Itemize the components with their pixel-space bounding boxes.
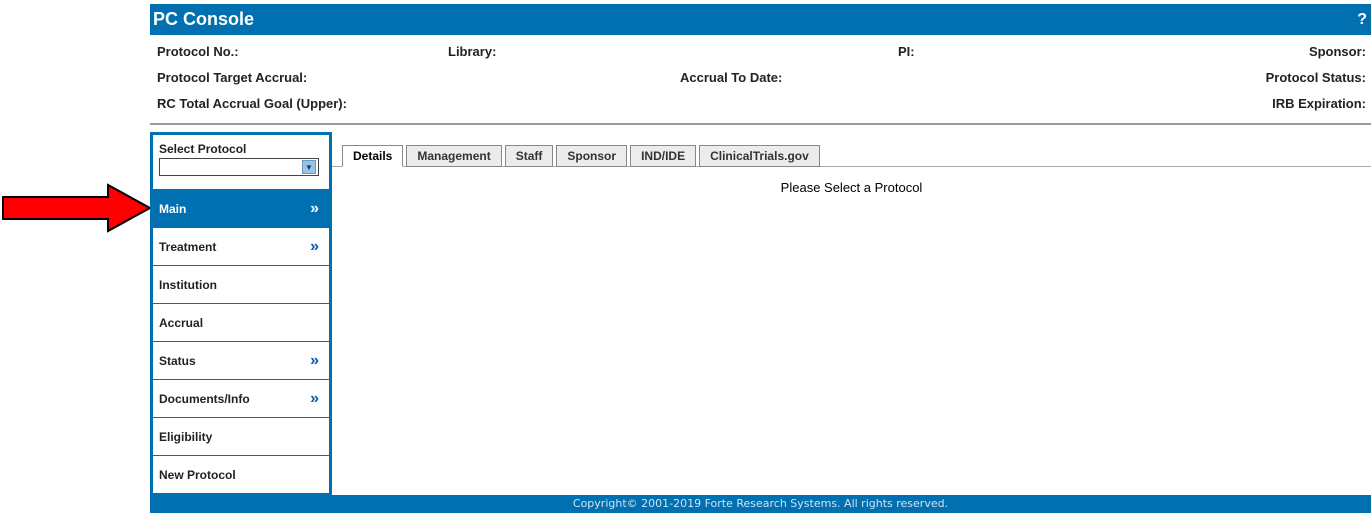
sidebar-item-label: Institution [159,277,217,292]
select-protocol-label: Select Protocol [159,142,247,156]
tab-clinicaltrials-gov[interactable]: ClinicalTrials.gov [699,145,820,167]
sidebar-item-label: Main [159,201,187,216]
tab-management[interactable]: Management [406,145,502,167]
tab-staff[interactable]: Staff [504,145,554,167]
double-chevron-right-icon: » [310,351,319,369]
double-chevron-right-icon: » [310,237,319,255]
sidebar-item-documents-info[interactable]: Documents/Info » [153,379,329,417]
protocol-no-label: Protocol No.: [157,44,239,59]
main-body: Select Protocol ▼ Main » Treatment » Ins… [150,128,1371,513]
protocol-info-bar: Protocol No.: Library: PI: Sponsor: Prot… [150,35,1371,125]
sidebar-item-main[interactable]: Main » [153,189,329,227]
pi-label: PI: [898,44,915,59]
sidebar-item-label: Status [159,353,196,368]
empty-state-message: Please Select a Protocol [780,180,923,195]
target-accrual-label: Protocol Target Accrual: [157,70,308,85]
protocol-status-label: Protocol Status: [1265,70,1366,85]
chevron-down-icon[interactable]: ▼ [302,160,316,174]
sidebar-item-label: Documents/Info [159,391,250,406]
annotation-arrow-icon [2,183,152,233]
select-protocol-panel: Select Protocol ▼ [153,134,329,189]
tab-sponsor[interactable]: Sponsor [556,145,628,167]
sidebar-item-status[interactable]: Status » [153,341,329,379]
sponsor-label: Sponsor: [1308,44,1366,59]
rc-total-accrual-label: RC Total Accrual Goal (Upper): [157,96,347,111]
app-title: PC Console [153,9,255,29]
sidebar-item-eligibility[interactable]: Eligibility [153,417,329,455]
tab-ind-ide[interactable]: IND/IDE [630,145,697,167]
sidebar-item-label: Accrual [159,315,204,330]
title-bar: PC Console ? [150,4,1371,35]
sidebar-item-new-protocol[interactable]: New Protocol [153,455,329,493]
sidebar: Select Protocol ▼ Main » Treatment » Ins… [150,132,332,513]
tab-details[interactable]: Details [342,145,404,167]
library-label: Library: [448,44,497,59]
tab-bar: Details Management Staff Sponsor IND/IDE… [342,145,823,167]
accrual-to-date-label: Accrual To Date: [680,70,783,85]
content-panel: Details Management Staff Sponsor IND/IDE… [332,128,1371,513]
help-icon[interactable]: ? [1357,11,1367,29]
sidebar-item-label: Treatment [159,239,217,254]
sidebar-item-label: Eligibility [159,429,213,444]
double-chevron-right-icon: » [310,199,319,217]
sidebar-item-accrual[interactable]: Accrual [153,303,329,341]
footer-copyright: Copyright© 2001-2019 Forte Research Syst… [150,495,1371,513]
double-chevron-right-icon: » [310,389,319,407]
irb-expiration-label: IRB Expiration: [1272,96,1366,111]
sidebar-item-label: New Protocol [159,467,236,482]
sidebar-item-treatment[interactable]: Treatment » [153,227,329,265]
pc-console-app: PC Console ? Protocol No.: Library: PI: … [150,4,1371,513]
protocol-select[interactable]: ▼ [159,158,319,176]
sidebar-item-institution[interactable]: Institution [153,265,329,303]
